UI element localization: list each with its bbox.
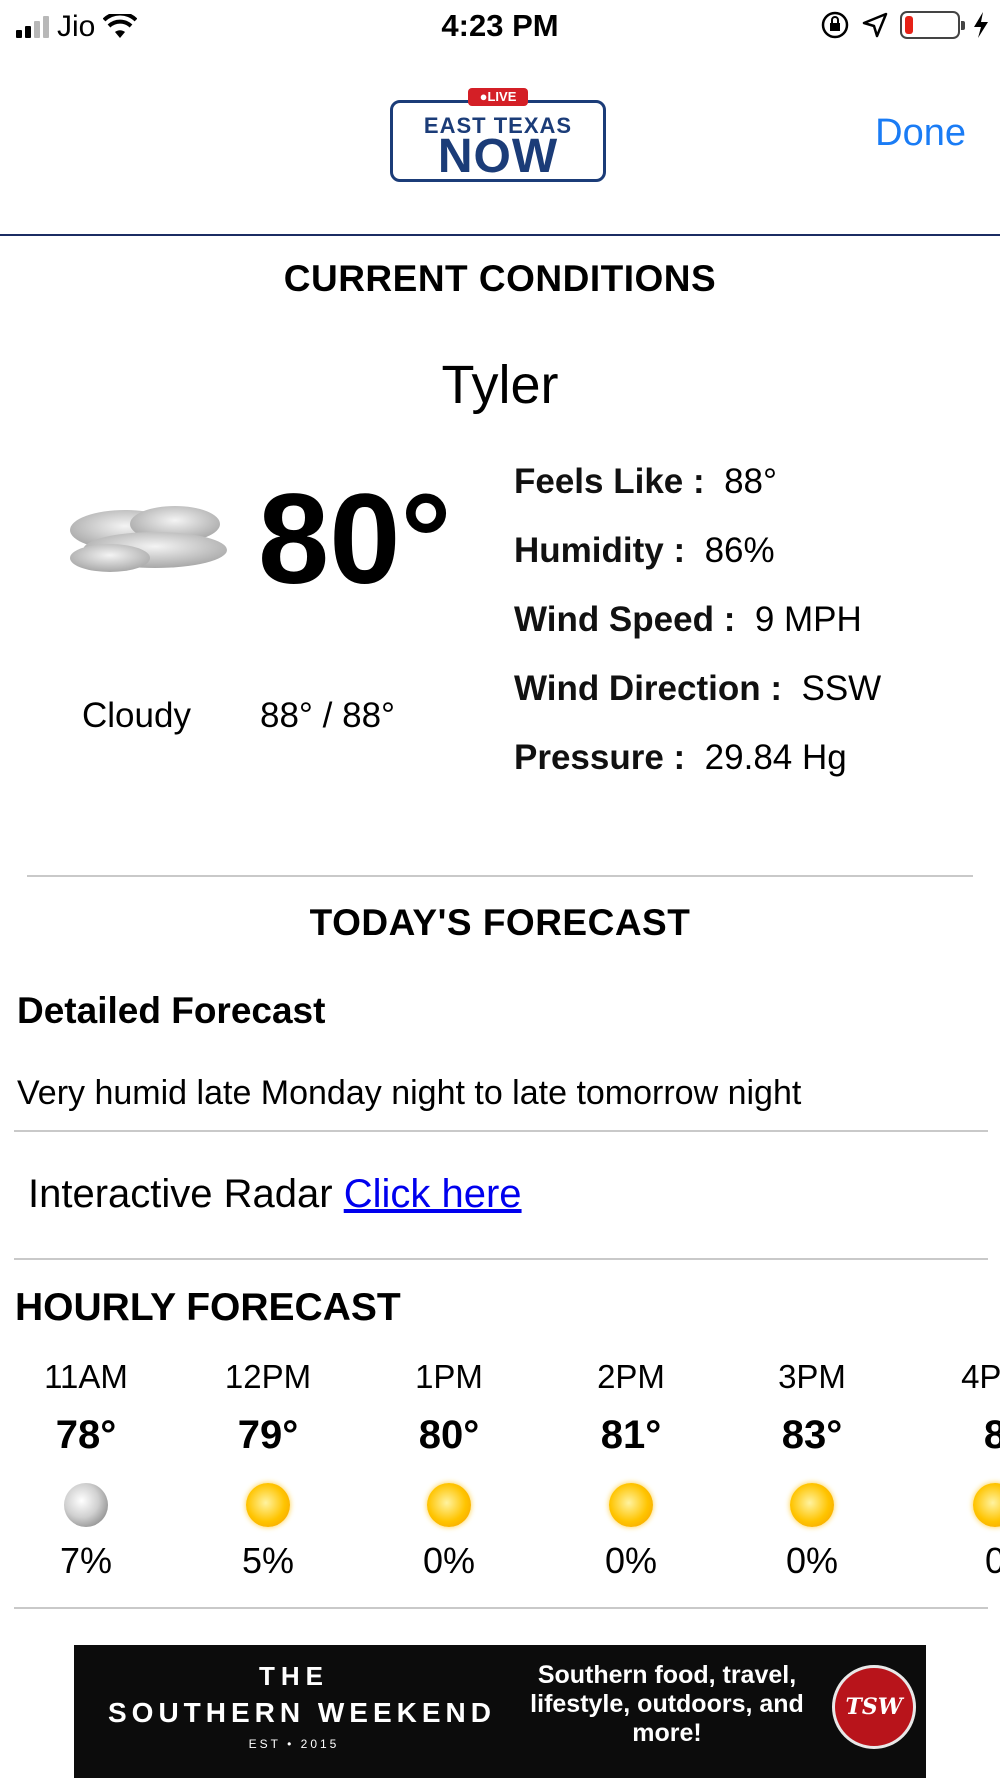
hour-item: 3PM 83° 0% [747,1355,877,1589]
detailed-forecast-heading: Detailed Forecast [17,990,326,1031]
ad-title-line1: THE [259,1661,329,1691]
hour-temp: 78° [55,1413,117,1457]
current-conditions-heading: CURRENT CONDITIONS [283,258,717,299]
charging-bolt-icon [974,12,988,38]
hour-temp: 8 [983,1413,1000,1457]
hour-precip: 0 [984,1540,1000,1581]
detail-wind-speed: Wind Speed : 9 MPH [514,600,862,639]
done-button[interactable]: Done [875,112,966,155]
east-texas-now-logo: EAST TEXAS NOW ●LIVE [388,86,608,184]
radar-label: Interactive Radar [28,1172,333,1216]
battery-level [905,16,913,34]
city-name: Tyler [441,355,559,415]
tsw-seal-logo: TSW [832,1665,916,1749]
southern-weekend-ad-banner[interactable]: THE SOUTHERN WEEKEND EST • 2015 Southern… [74,1645,926,1778]
high-low-temp: 88° / 88° [260,696,396,735]
hour-time: 4PM [961,1358,1000,1395]
nav-bar: EAST TEXAS NOW ●LIVE Done [0,56,1000,236]
sun-icon [246,1483,290,1527]
detail-feels-like: Feels Like : 88° [514,462,778,501]
radar-link[interactable]: Click here [344,1172,522,1216]
hour-precip: 7% [59,1540,113,1581]
divider [14,1607,988,1609]
hour-item: 12PM 79° 5% [203,1355,333,1589]
hour-temp: 81° [600,1413,662,1457]
sun-icon [973,1483,1000,1527]
current-temperature: 80° [258,468,452,611]
hour-temp: 83° [781,1413,843,1457]
logo-frame: EAST TEXAS NOW [390,100,606,182]
hour-item: 4PM 8 0 [930,1355,1000,1589]
detail-pressure: Pressure : 29.84 Hg [514,738,847,777]
orientation-lock-icon [821,11,849,39]
ad-title-line2: SOUTHERN WEEKEND [107,1697,496,1728]
hourly-forecast-scroller[interactable]: 11AM 78° 7% 12PM 79° 5% 1PM 80° 0% 2PM 8… [0,1355,1000,1595]
hour-temp: 80° [418,1413,480,1457]
hour-precip: 5% [241,1540,295,1581]
detailed-forecast-text: Very humid late Monday night to late tom… [17,1074,802,1112]
status-right [820,10,990,40]
battery-icon [900,11,965,39]
sun-icon [427,1483,471,1527]
divider [14,1258,988,1260]
divider [14,1130,988,1132]
logo-line2: NOW [437,130,559,183]
hour-precip: 0% [604,1540,658,1581]
conditions-details: Feels Like : 88° Humidity : 86% Wind Spe… [514,462,881,807]
ad-est-text: EST • 2015 [248,1737,340,1751]
ad-tagline: Southern food, travel, lifestyle, outdoo… [530,1661,804,1747]
hourly-forecast-heading: HOURLY FORECAST [15,1286,401,1329]
hour-precip: 0% [785,1540,839,1581]
divider [27,875,973,877]
hour-time: 3PM [778,1358,846,1395]
condition-text: Cloudy [82,696,191,735]
sun-icon [609,1483,653,1527]
todays-forecast-heading: TODAY'S FORECAST [309,902,691,943]
status-bar: Jio 4:23 PM [0,0,1000,56]
hour-temp: 79° [237,1413,299,1457]
hour-time: 1PM [415,1358,483,1395]
cloud-icon [70,506,227,572]
sun-icon [790,1483,834,1527]
hour-item: 1PM 80° 0% [384,1355,514,1589]
detail-wind-direction: Wind Direction : SSW [514,669,882,708]
hour-time: 11AM [44,1358,128,1395]
hour-time: 12PM [224,1358,312,1395]
location-arrow-icon [862,12,888,38]
hour-item: 2PM 81° 0% [566,1355,696,1589]
logo-live-badge: ●LIVE [468,88,528,106]
hour-item: 11AM 78° 7% [21,1355,151,1589]
moon-icon [64,1483,108,1527]
interactive-radar-row: Interactive Radar Click here [28,1172,522,1217]
detail-humidity: Humidity : 86% [514,531,775,570]
hour-time: 2PM [597,1358,665,1395]
hour-precip: 0% [422,1540,476,1581]
